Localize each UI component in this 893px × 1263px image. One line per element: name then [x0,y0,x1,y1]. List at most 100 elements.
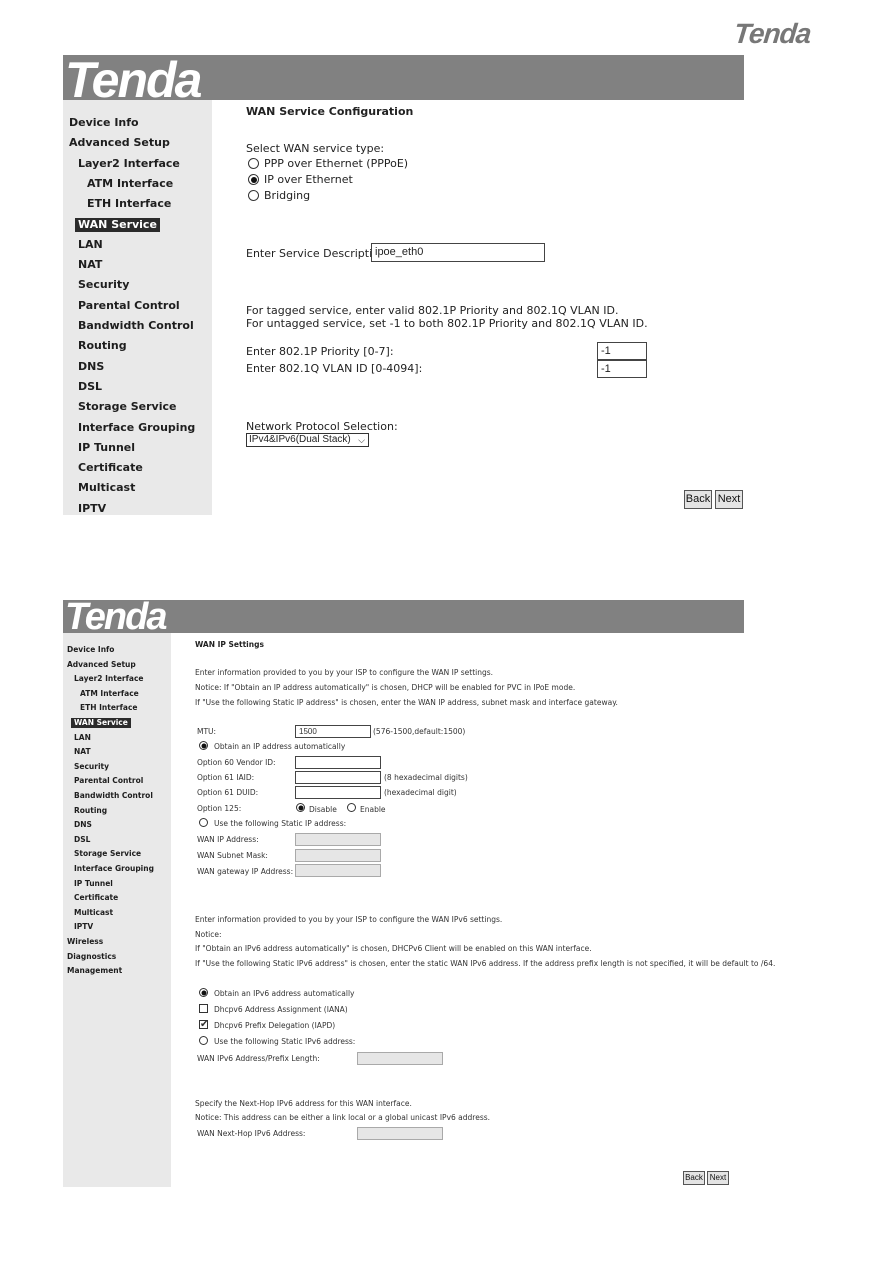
back-button[interactable]: Back [683,1171,705,1185]
ipv6-notice-title: Notice: [195,930,222,939]
radio-obtain-ipv6-label: Obtain an IPv6 address automatically [214,989,355,998]
mtu-label: MTU: [197,727,217,736]
sidebar-item-nat[interactable]: NAT [74,747,91,757]
opt61-duid-hint: (hexadecimal digit) [384,788,457,797]
sidebar-item-lan[interactable]: LAN [74,733,91,743]
back-button[interactable]: Back [684,490,712,509]
page-title: WAN IP Settings [195,640,264,649]
ipv6-address-input[interactable] [357,1052,443,1065]
mtu-hint: (576-1500,default:1500) [373,727,466,736]
nexthop-intro: Specify the Next-Hop IPv6 address for th… [195,1099,412,1108]
nexthop-input[interactable] [357,1127,443,1140]
sidebar-item-interface-grouping[interactable]: Interface Grouping [74,864,154,874]
mtu-input[interactable]: 1500 [295,725,371,738]
radio-static-ipv6[interactable] [199,1036,208,1045]
iana-checkbox[interactable] [199,1004,208,1013]
sidebar-item-multicast[interactable]: Multicast [74,908,113,918]
radio-ipoe-label: IP over Ethernet [264,173,353,186]
radio-bridging[interactable] [248,190,259,201]
opt61-duid-label: Option 61 DUID: [197,788,259,797]
protocol-select[interactable]: IPv4&IPv6(Dual Stack) ⌵ [246,433,369,447]
sidebar-item-dsl[interactable]: DSL [78,380,102,394]
wan-gateway-input[interactable] [295,864,381,877]
wan-ip-settings-screen: Tenda Device Info Advanced Setup Layer2 In… [63,596,775,1187]
sidebar-item-routing[interactable]: Routing [74,806,107,816]
radio-opt125-enable[interactable] [347,803,356,812]
iana-label: Dhcpv6 Address Assignment (IANA) [214,1005,348,1014]
sidebar-item-device-info[interactable]: Device Info [69,116,139,130]
sidebar-item-interface-grouping[interactable]: Interface Grouping [78,421,195,435]
sidebar-item-bandwidth-control[interactable]: Bandwidth Control [74,791,153,801]
sidebar-item-wireless[interactable]: Wireless [67,937,103,947]
radio-obtain-ip-label: Obtain an IP address automatically [214,742,346,751]
sidebar-item-iptv[interactable]: IPTV [78,502,106,516]
wan-service-config-screen: Tenda Device Info Advanced Setup Layer2 In… [63,52,744,516]
sidebar-item-layer2-interface[interactable]: Layer2 Interface [74,674,143,684]
wan-ip-input[interactable] [295,833,381,846]
vlan-id-input[interactable]: -1 [597,360,647,378]
sidebar-item-routing[interactable]: Routing [78,339,127,353]
vlan-id-label: Enter 802.1Q VLAN ID [0-4094]: [246,362,423,375]
radio-obtain-ipv6[interactable] [199,988,208,997]
sidebar-item-iptv[interactable]: IPTV [74,922,93,932]
sidebar-item-certificate[interactable]: Certificate [78,461,143,475]
radio-opt125-disable[interactable] [296,803,305,812]
service-desc-input[interactable]: ipoe_eth0 [371,243,545,262]
radio-static-ip[interactable] [199,818,208,827]
priority-input[interactable]: -1 [597,342,647,360]
sidebar-item-dns[interactable]: DNS [74,820,92,830]
page-title: WAN Service Configuration [246,105,414,118]
sidebar-item-management[interactable]: Management [67,966,122,976]
wan-mask-input[interactable] [295,849,381,862]
next-button[interactable]: Next [707,1171,729,1185]
ipv6-notice-dhcp: If "Obtain an IPv6 address automatically… [195,944,592,953]
tenda-page-logo: Tenda [732,18,813,49]
sidebar-item-advanced-setup[interactable]: Advanced Setup [67,660,136,670]
sidebar-item-eth-interface[interactable]: ETH Interface [87,197,171,211]
notice-dhcp: Notice: If "Obtain an IP address automat… [195,683,576,692]
sidebar-item-storage-service[interactable]: Storage Service [78,400,176,414]
sidebar-item-bandwidth-control[interactable]: Bandwidth Control [78,319,194,333]
iapd-checkbox[interactable]: ✔ [199,1019,209,1030]
sidebar-item-dsl[interactable]: DSL [74,835,90,845]
radio-pppoe-label: PPP over Ethernet (PPPoE) [264,157,409,170]
sidebar-item-lan[interactable]: LAN [78,238,103,252]
radio-obtain-ip[interactable] [199,741,208,750]
sidebar-item-wan-service[interactable]: WAN Service [71,718,131,728]
sidebar-item-security[interactable]: Security [74,762,109,772]
radio-bridging-label: Bridging [264,189,311,202]
sidebar-item-atm-interface[interactable]: ATM Interface [87,177,173,191]
sidebar-item-dns[interactable]: DNS [78,360,104,374]
sidebar-item-eth-interface[interactable]: ETH Interface [80,703,137,713]
nexthop-label: WAN Next-Hop IPv6 Address: [197,1129,306,1138]
sidebar-item-certificate[interactable]: Certificate [74,893,118,903]
header-banner: Tenda [63,52,744,108]
sidebar-item-storage-service[interactable]: Storage Service [74,849,141,859]
wan-gateway-label: WAN gateway IP Address: [197,867,294,876]
checkmark-icon: ✔ [200,1019,209,1030]
sidebar-item-diagnostics[interactable]: Diagnostics [67,952,116,962]
radio-static-ipv6-label: Use the following Static IPv6 address: [214,1037,356,1046]
sidebar-item-atm-interface[interactable]: ATM Interface [80,689,139,699]
radio-ipoe[interactable] [248,174,259,185]
ipv6-notice-static: If "Use the following Static IPv6 addres… [195,959,776,968]
radio-opt125-enable-label: Enable [360,805,386,814]
sidebar-item-device-info[interactable]: Device Info [67,645,114,655]
opt60-input[interactable] [295,756,381,769]
sidebar-item-multicast[interactable]: Multicast [78,481,135,495]
sidebar-item-parental-control[interactable]: Parental Control [74,776,143,786]
opt61-duid-input[interactable] [295,786,381,799]
radio-pppoe[interactable] [248,158,259,169]
next-button[interactable]: Next [715,490,743,509]
sidebar-item-advanced-setup[interactable]: Advanced Setup [69,136,170,150]
sidebar-item-parental-control[interactable]: Parental Control [78,299,180,313]
sidebar-item-nat[interactable]: NAT [78,258,102,272]
sidebar-item-security[interactable]: Security [78,278,129,292]
wan-mask-label: WAN Subnet Mask: [197,851,268,860]
protocol-select-value: IPv4&IPv6(Dual Stack) [249,434,351,445]
sidebar-item-ip-tunnel[interactable]: IP Tunnel [78,441,135,455]
sidebar-item-wan-service[interactable]: WAN Service [75,217,160,232]
sidebar-item-ip-tunnel[interactable]: IP Tunnel [74,879,113,889]
opt61-iaid-input[interactable] [295,771,381,784]
sidebar-item-layer2-interface[interactable]: Layer2 Interface [78,157,180,171]
